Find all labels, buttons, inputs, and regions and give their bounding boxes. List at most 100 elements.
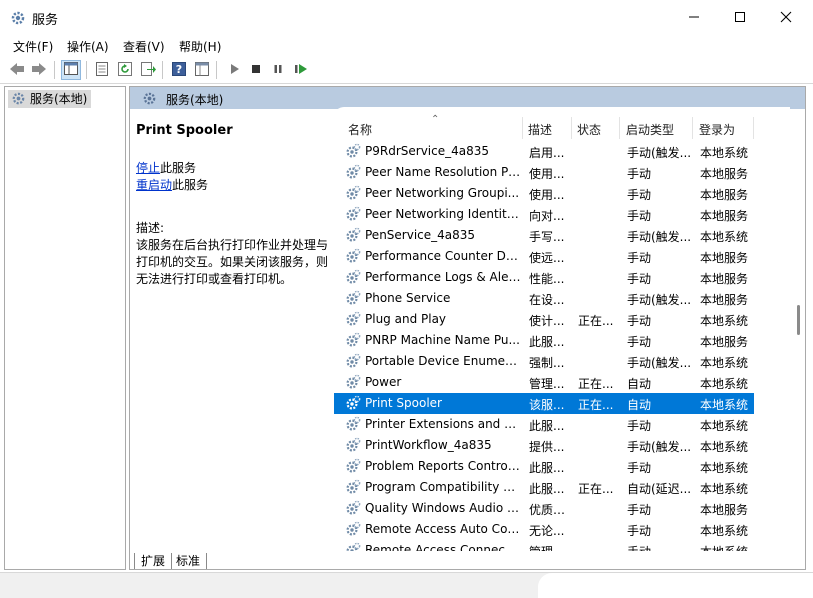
service-startup-type-cell: 手动(触发... (627, 440, 692, 454)
service-row[interactable]: Remote Access Auto Con... 无论... 手动 本地系统 (334, 519, 790, 540)
service-gear-icon (345, 332, 361, 351)
back-button[interactable] (7, 60, 27, 80)
restart-service-button[interactable] (291, 60, 311, 80)
minimize-button[interactable] (671, 0, 717, 36)
service-description-cell: 在设... (529, 293, 565, 307)
refresh-button[interactable] (115, 60, 135, 80)
service-row[interactable]: Performance Counter DL... 使远... 手动 本地服务 (334, 246, 790, 267)
export-list-button[interactable] (138, 60, 158, 80)
service-row[interactable]: Peer Networking Groupi... 使用... 手动 本地服务 (334, 183, 790, 204)
service-row[interactable]: Peer Name Resolution Pr... 使用... 手动 本地服务 (334, 162, 790, 183)
menu-action[interactable]: 操作(A) (67, 38, 109, 55)
service-row[interactable]: Problem Reports Control... 此服... 手动 本地系统 (334, 456, 790, 477)
service-row[interactable]: Remote Access Connecti... 管理... 手动本地系统 (334, 540, 790, 551)
service-logon-cell: 本地服务 (700, 167, 749, 181)
pause-service-button[interactable] (268, 60, 288, 80)
column-header-status[interactable]: 状态 (577, 121, 601, 138)
toolbar-separator (54, 61, 55, 79)
service-row[interactable]: PrintWorkflow_4a835 提供... 手动(触发... 本地系统 (334, 435, 790, 456)
service-status-cell: 正在... (578, 398, 614, 412)
tree-item-label: 服务(本地) (30, 92, 88, 106)
service-gear-icon (345, 374, 361, 393)
title-bar: 服务 (0, 0, 813, 36)
column-divider[interactable] (619, 117, 620, 139)
service-row[interactable]: PNRP Machine Name Pu... 此服... 手动 本地服务 (334, 330, 790, 351)
view-button[interactable] (192, 60, 212, 80)
service-startup-type-cell: 手动 (627, 543, 693, 551)
properties-icon (95, 61, 109, 79)
maximize-button[interactable] (717, 0, 763, 36)
service-row[interactable]: Printer Extensions and N... 此服... 手动 本地系统 (334, 414, 790, 435)
help-button[interactable]: ? (169, 60, 189, 80)
console-tree-button[interactable] (61, 60, 81, 80)
service-name-cell: Phone Service (365, 291, 451, 305)
scrollbar-thumb[interactable] (797, 305, 800, 335)
service-gear-icon (345, 500, 361, 519)
service-row[interactable]: Print Spooler 该服... 正在... 自动 本地系统 (334, 393, 790, 414)
service-row[interactable]: Phone Service 在设... 手动(触发... 本地服务 (334, 288, 790, 309)
service-description-cell: 管理... (529, 377, 565, 391)
service-row[interactable]: Program Compatibility A... 此服... 正在... 自动(延… (334, 477, 790, 498)
menu-help[interactable]: 帮助(H) (179, 38, 221, 55)
service-row[interactable]: PenService_4a835 手写... 手动(触发... 本地系统 (334, 225, 790, 246)
tab-standard[interactable]: 标准 (170, 553, 208, 569)
service-startup-type-cell: 手动(触发... (627, 230, 692, 244)
service-name-cell: PenService_4a835 (365, 228, 476, 242)
service-startup-type-cell: 手动 (627, 209, 652, 223)
service-status-cell: 正在... (578, 482, 614, 496)
status-bar (0, 572, 813, 598)
service-row[interactable]: Power 管理... 正在... 自动 本地系统 (334, 372, 790, 393)
toolbar-separator (216, 61, 217, 79)
service-row[interactable]: Portable Device Enumera... 强制... 手动(触发... 本… (334, 351, 790, 372)
menu-bar: 文件(F) 操作(A) 查看(V) 帮助(H) (0, 36, 813, 56)
tab-extended[interactable]: 扩展 (134, 553, 173, 569)
column-header-startup-type[interactable]: 启动类型 (626, 121, 674, 138)
column-header-logon[interactable]: 登录为 (699, 121, 735, 138)
services-pane: 服务(本地) Print Spooler 停止此服务 重启动此服务 描述: 该服… (129, 86, 806, 570)
service-row[interactable]: Peer Networking Identity... 向对... 手动 本地服务 (334, 204, 790, 225)
menu-file[interactable]: 文件(F) (13, 38, 53, 55)
column-header-description[interactable]: 描述 (528, 121, 552, 138)
service-gear-icon (345, 248, 361, 267)
close-icon (780, 11, 792, 26)
service-logon-cell: 本地系统 (700, 524, 749, 538)
restart-service-link[interactable]: 重启动 (136, 178, 172, 192)
column-divider[interactable] (753, 117, 754, 139)
service-name-cell: P9RdrService_4a835 (365, 144, 490, 158)
service-gear-icon (345, 311, 361, 330)
service-row[interactable]: Quality Windows Audio V... 优质 ... 手动 本地服务 (334, 498, 790, 519)
back-icon (9, 62, 25, 79)
service-row[interactable]: Plug and Play 使计... 正在... 手动 本地系统 (334, 309, 790, 330)
service-startup-type-cell: 手动 (627, 314, 652, 328)
minimize-icon (688, 11, 700, 26)
service-gear-icon (345, 206, 361, 225)
service-startup-type-cell: 手动 (627, 272, 652, 286)
service-description-cell: 此服... (529, 335, 565, 349)
service-row[interactable]: Performance Logs & Aler... 性能... 手动 本地服务 (334, 267, 790, 288)
properties-button[interactable] (92, 60, 112, 80)
tree-item-services-local[interactable]: 服务(本地) (8, 90, 92, 108)
svg-text:?: ? (176, 63, 182, 76)
service-description-cell: 优质 ... (529, 503, 567, 517)
close-button[interactable] (763, 0, 809, 36)
vertical-scrollbar[interactable] (790, 115, 805, 549)
service-description-cell: 此服... (529, 461, 565, 475)
toolbar: ? (0, 56, 813, 84)
column-divider[interactable] (692, 117, 693, 139)
service-name-cell: PNRP Machine Name Pu... (365, 333, 520, 347)
stop-icon (250, 63, 262, 78)
forward-button[interactable] (29, 60, 49, 80)
stop-service-button[interactable] (246, 60, 266, 80)
column-divider[interactable] (571, 117, 572, 139)
column-divider[interactable] (522, 117, 523, 139)
service-description-cell: 此服... (529, 419, 565, 433)
service-row[interactable]: P9RdrService_4a835 启用... 手动(触发... 本地系统 (334, 141, 790, 162)
service-description-cell: 使计... (529, 314, 565, 328)
service-name-cell: Remote Access Connecti... (365, 543, 521, 551)
service-description-cell: 向对... (529, 209, 565, 223)
column-header-name[interactable]: 名称 (348, 121, 372, 138)
start-service-button[interactable] (224, 60, 244, 80)
menu-view[interactable]: 查看(V) (123, 38, 165, 55)
stop-service-link[interactable]: 停止 (136, 161, 160, 175)
service-startup-type-cell: 手动 (627, 167, 652, 181)
